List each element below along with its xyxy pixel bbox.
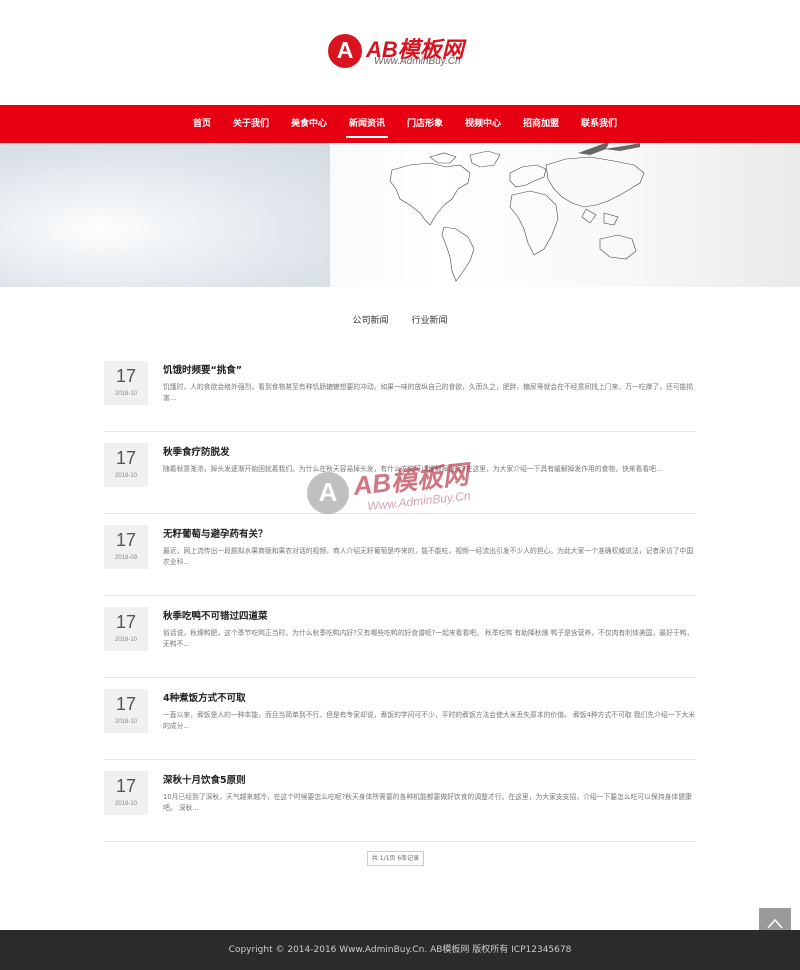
date-day: 17 [115, 448, 137, 468]
news-summary: 10月已经到了深秋，天气越来越冷，在这个时候要怎么吃呢?秋天身体所需要的各种机能… [163, 793, 692, 812]
news-category-tabs: 公司新闻 行业新闻 [0, 313, 800, 326]
date-box: 17 2018-10 [104, 361, 148, 405]
logo-mark: A [328, 34, 362, 68]
nav-item[interactable]: 关于我们 [233, 105, 269, 143]
site-header: A AB模板网 Www.AdminBuy.Cn [0, 0, 800, 105]
news-list: 17 2018-10 饥饿时频要“挑食” 饥饿时，人的食欲会格外强烈，看到食物甚至有种… [104, 350, 696, 842]
news-item[interactable]: 17 2018-10 饥饿时频要“挑食” 饥饿时，人的食欲会格外强烈，看到食物甚至有种… [104, 350, 696, 432]
tab-industry-news[interactable]: 行业新闻 [411, 313, 447, 326]
date-year-month: 2018-10 [114, 637, 138, 643]
world-map-illustration [389, 143, 645, 282]
date-day: 17 [115, 612, 137, 632]
news-title[interactable]: 饥饿时频要“挑食” [163, 362, 242, 376]
watermark-mark: A [307, 472, 349, 514]
news-title[interactable]: 秋季食疗防脱发 [163, 444, 230, 458]
news-summary: 一直以来，煮饭是人的一种本能，而且当简单到不行。但是有专家却说，煮饭的学问可不少… [163, 711, 695, 730]
chevron-up-icon [767, 918, 783, 929]
logo-subtitle: Www.AdminBuy.Cn [374, 56, 461, 67]
copyright-text: Copyright © 2014-2016 Www.AdminBuy.Cn. A… [228, 945, 572, 955]
date-box: 17 2018-10 [104, 607, 148, 651]
nav-item[interactable]: 联系我们 [581, 105, 617, 143]
date-day: 17 [115, 366, 137, 386]
banner-image [0, 143, 800, 287]
date-year-month: 2018-10 [114, 719, 138, 725]
news-summary: 饥饿时，人的食欲会格外强烈，看到食物甚至有种饥肠辘辘想要的冲动。如果一味的放纵自… [163, 383, 694, 402]
date-box: 17 2018-10 [104, 443, 148, 487]
date-day: 17 [115, 776, 137, 796]
pagination-info[interactable]: 共 1/1页 6条记录 [367, 851, 424, 866]
news-summary: 最近，网上流传出一段题拟水果商贩和果农对话的视频，商人介绍无籽葡萄是咋来的，能不… [163, 547, 694, 566]
news-item[interactable]: 17 2018-10 深秋十月饮食5原则 10月已经到了深秋，天气越来越冷，在这个时候… [104, 760, 696, 842]
news-title[interactable]: 深秋十月饮食5原则 [163, 772, 246, 786]
date-day: 17 [115, 694, 137, 714]
nav-item[interactable]: 视频中心 [465, 105, 501, 143]
news-item[interactable]: 17 2018-10 秋季吃鸭不可错过四道菜俗话说，秋燥鸭肥，这个季节吃鸭正当时。为… [104, 596, 696, 678]
site-logo[interactable]: A AB模板网 Www.AdminBuy.Cn [328, 30, 478, 74]
date-year-month: 2018-10 [114, 473, 138, 479]
nav-item[interactable]: 招商加盟 [523, 105, 559, 143]
date-box: 17 2018-10 [104, 689, 148, 733]
date-day: 17 [115, 530, 137, 550]
news-title[interactable]: 4种煮饭方式不可取 [163, 690, 246, 704]
logo-letter: A [336, 37, 354, 63]
watermark-logo: A AB模板网 Www.AdminBuy.Cn [305, 450, 505, 530]
news-summary: 俗话说，秋燥鸭肥，这个季节吃鸭正当时。为什么秋季吃鸭内好?又有哪些吃鸭的好食谱呢… [163, 629, 694, 648]
date-box: 17 2018-09 [104, 525, 148, 569]
news-title[interactable]: 秋季吃鸭不可错过四道菜 [163, 608, 268, 622]
nav-item[interactable]: 首页 [193, 105, 211, 143]
date-year-month: 2018-10 [114, 391, 138, 397]
main-nav: 首页 关于我们 美食中心 新闻资讯 门店形象 视频中心 招商加盟 联系我们 [0, 105, 800, 143]
date-year-month: 2018-10 [114, 801, 138, 807]
nav-item[interactable]: 门店形象 [407, 105, 443, 143]
date-box: 17 2018-10 [104, 771, 148, 815]
news-title[interactable]: 无籽葡萄与避孕药有关？ [163, 526, 268, 540]
nav-item[interactable]: 美食中心 [291, 105, 327, 143]
nav-item[interactable]: 新闻资讯 [345, 105, 389, 143]
news-item[interactable]: 17 2018-10 4种煮饭方式不可取一直以来，煮饭是人的一种本能，而且当简单到不… [104, 678, 696, 760]
date-year-month: 2018-09 [114, 555, 138, 561]
site-footer: Copyright © 2014-2016 Www.AdminBuy.Cn. A… [0, 930, 800, 970]
tab-company-news[interactable]: 公司新闻 [353, 313, 389, 326]
